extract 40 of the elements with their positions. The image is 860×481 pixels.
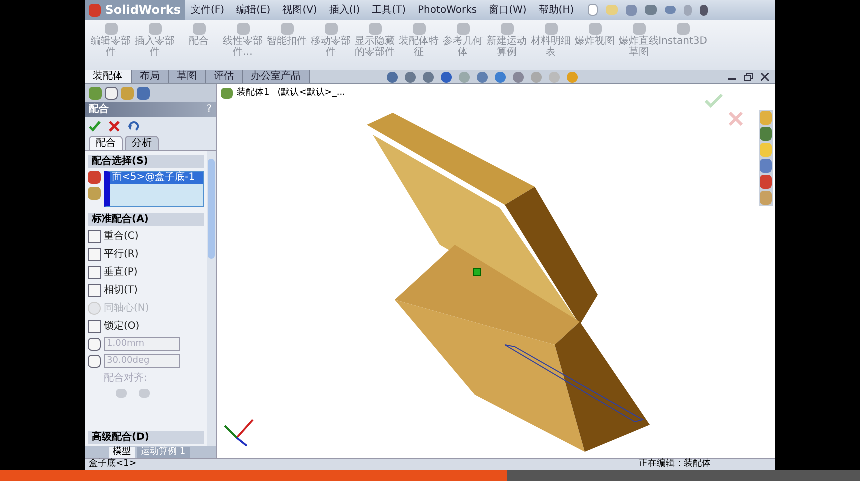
- confirm-icon[interactable]: [705, 94, 723, 108]
- config-name: (默认<默认>_...: [278, 87, 346, 100]
- section-header[interactable]: 高级配合(D): [88, 431, 204, 444]
- selection-list[interactable]: 面<5>@盒子底-1: [104, 171, 204, 207]
- command-tab[interactable]: 布局: [132, 70, 169, 83]
- ok-icon[interactable]: [89, 120, 101, 132]
- bottom-tab[interactable]: 模型: [109, 446, 135, 458]
- selection-handle-icon[interactable]: [473, 268, 481, 276]
- tree-root[interactable]: 装配体1: [237, 87, 270, 100]
- command-tab[interactable]: 装配体: [85, 70, 132, 83]
- selection-item[interactable]: 面<5>@盒子底-1: [110, 172, 203, 184]
- panel-title: 配合: [89, 102, 109, 117]
- mate-option[interactable]: 重合(C): [88, 229, 204, 244]
- menu-item[interactable]: 插入(I): [323, 2, 366, 18]
- mate-option[interactable]: 平行(R): [88, 247, 204, 262]
- section-header[interactable]: 配合选择(S): [88, 155, 204, 168]
- menu-item[interactable]: 窗口(W): [483, 2, 533, 18]
- logo-text: SolidWorks: [105, 2, 181, 19]
- menu-item[interactable]: 文件(F): [185, 2, 231, 18]
- menu-item[interactable]: 工具(T): [366, 2, 412, 18]
- menu-item[interactable]: PhotoWorks: [412, 2, 484, 18]
- alignment-label: 配合对齐:: [103, 372, 148, 386]
- cancel-icon[interactable]: [109, 120, 120, 132]
- restore-icon[interactable]: [744, 73, 753, 81]
- video-progress-track[interactable]: [0, 470, 860, 481]
- menu-item[interactable]: 帮助(H): [532, 2, 580, 18]
- command-tab[interactable]: 评估: [206, 70, 243, 83]
- command-tab[interactable]: 草图: [169, 70, 206, 83]
- status-text: 盒子底<1>: [89, 458, 137, 471]
- command-tab[interactable]: 办公室产品: [243, 70, 310, 83]
- close-icon[interactable]: [761, 73, 769, 81]
- section-header[interactable]: 标准配合(A): [88, 213, 204, 226]
- panel-tab[interactable]: 配合: [89, 136, 123, 150]
- menu-item[interactable]: 编辑(E): [230, 2, 277, 18]
- mate-option[interactable]: 垂直(P): [88, 265, 204, 280]
- status-text: 正在编辑：装配体: [639, 458, 711, 471]
- menu-item[interactable]: 视图(V): [276, 2, 324, 18]
- mate-option[interactable]: 锁定(O): [88, 319, 204, 334]
- panel-tab[interactable]: 分析: [125, 136, 159, 150]
- mate-option[interactable]: 相切(T): [88, 283, 204, 298]
